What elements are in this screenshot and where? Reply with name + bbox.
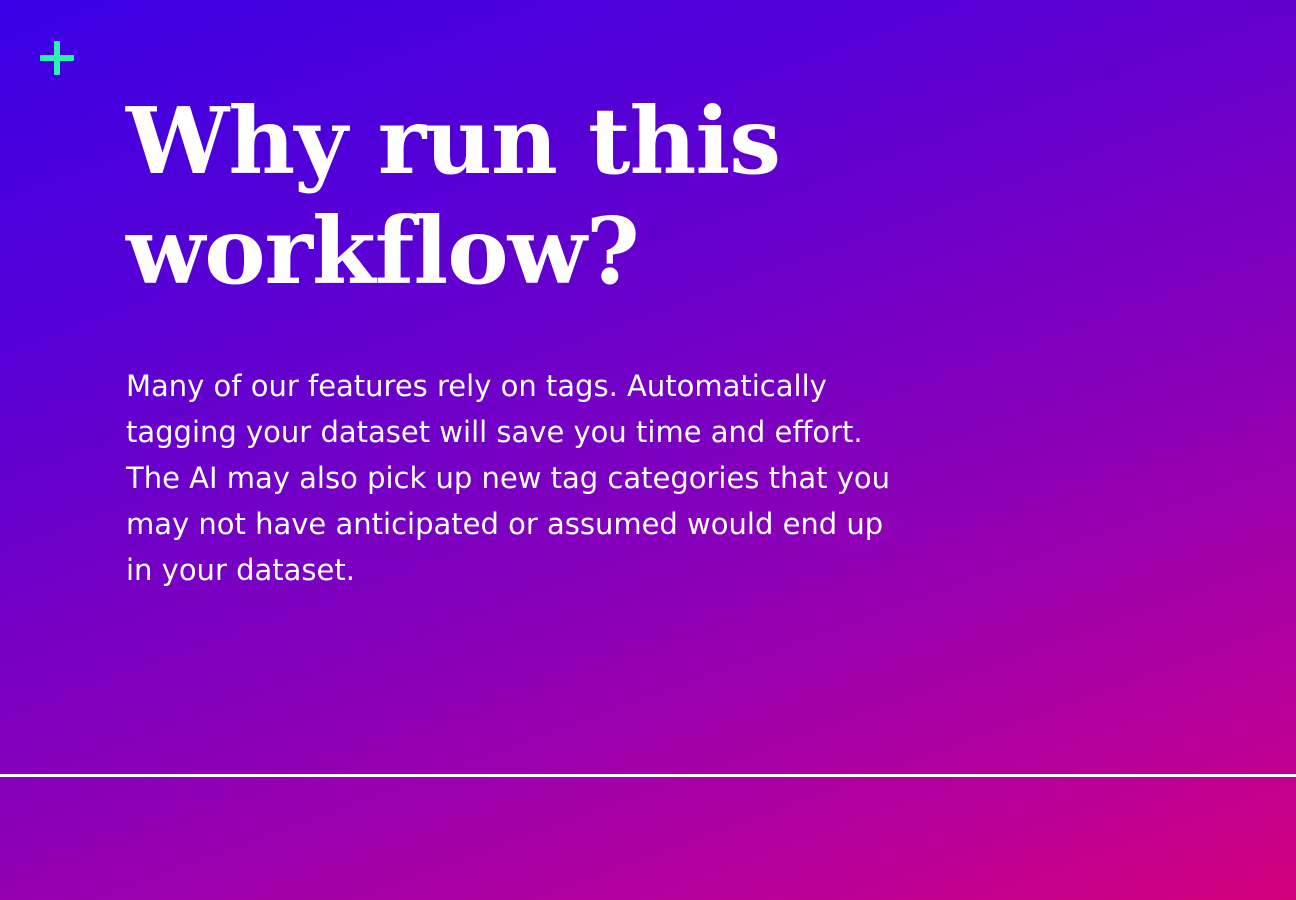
slide-title-line-2: workflow?: [126, 197, 640, 305]
divider-line: [0, 774, 1296, 777]
slide-body-text: Many of our features rely on tags. Autom…: [126, 363, 1026, 593]
body-line-4: may not have anticipated or assumed woul…: [126, 507, 884, 541]
body-line-5: in your dataset.: [126, 553, 355, 587]
body-line-3: The AI may also pick up new tag categori…: [126, 461, 891, 495]
slide: Why run this workflow? Many of our featu…: [0, 0, 1296, 900]
slide-title-line-1: Why run this: [126, 87, 781, 195]
plus-icon: [40, 41, 74, 75]
slide-title: Why run this workflow?: [126, 86, 1026, 306]
body-line-2: tagging your dataset will save you time …: [126, 415, 863, 449]
body-line-1: Many of our features rely on tags. Autom…: [126, 369, 827, 403]
